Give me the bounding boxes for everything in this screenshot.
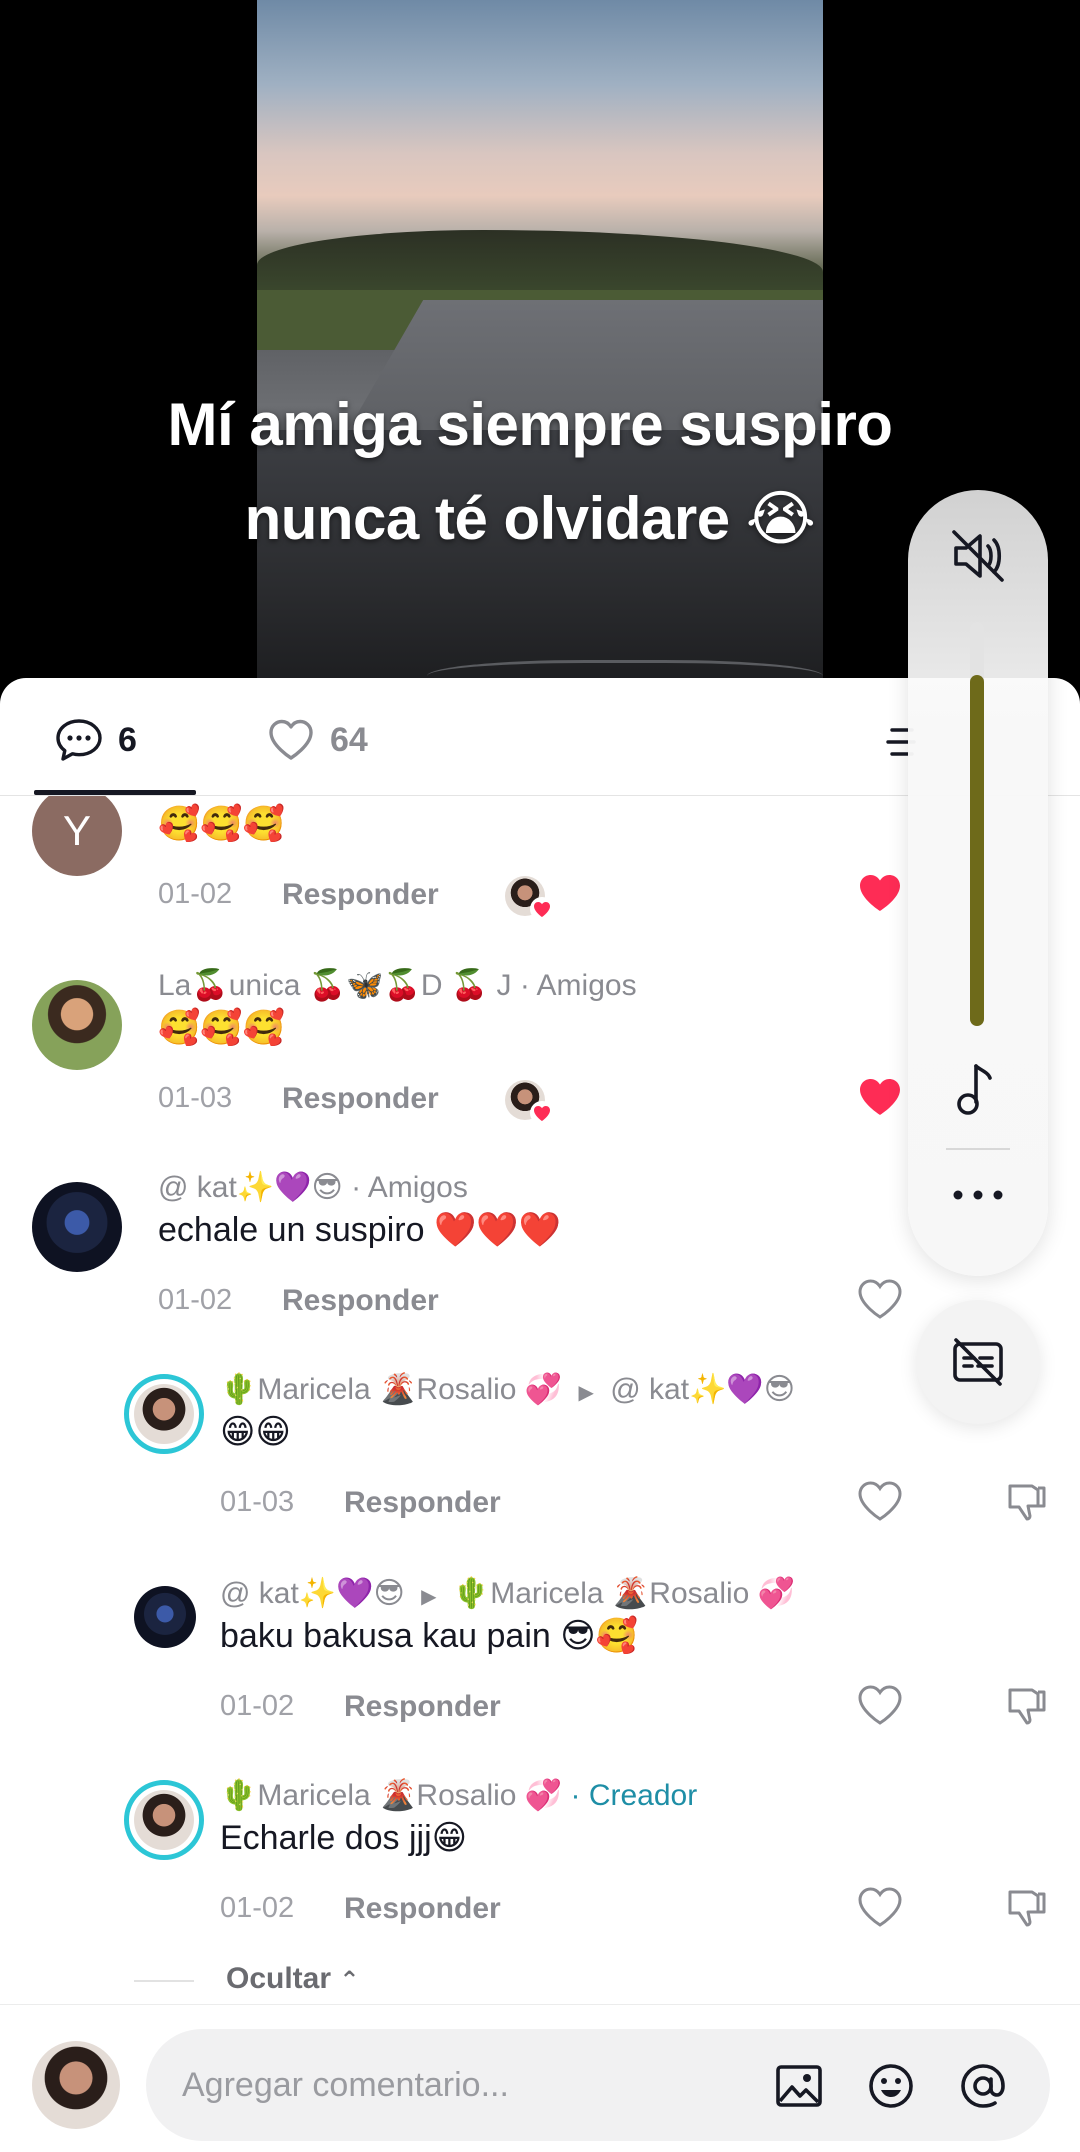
- my-avatar: [32, 2041, 120, 2129]
- chat-bubble-icon: [56, 719, 102, 761]
- heart-filled-icon: [530, 1101, 554, 1125]
- reply-author-name: @ kat✨💜😎: [220, 1577, 405, 1610]
- avatar[interactable]: [134, 1586, 196, 1648]
- at-icon[interactable]: [958, 2061, 1008, 2111]
- reply-author-name: 🌵Maricela 🌋Rosalio 💞: [220, 1779, 563, 1812]
- comment-input-container[interactable]: [146, 2029, 1050, 2141]
- heart-filled-icon: [530, 897, 554, 921]
- volume-level: [970, 674, 984, 1026]
- comment-text: echale un suspiro ❤️❤️❤️: [158, 1211, 561, 1249]
- reply-button[interactable]: Responder: [282, 878, 439, 912]
- comment-text: 🥰🥰🥰: [158, 805, 286, 843]
- comment-text: 🥰🥰🥰: [158, 1009, 286, 1047]
- reply-arrow-icon: ▶: [421, 1586, 437, 1608]
- divider: [946, 1148, 1010, 1150]
- liked-by-creator-avatar: [505, 876, 554, 921]
- reply-to-name: @ kat✨💜😎: [610, 1373, 796, 1406]
- reply-button[interactable]: Responder: [282, 1082, 439, 1116]
- avatar[interactable]: Y: [32, 796, 122, 876]
- caption-line-2: nunca té olvidare 😭: [244, 485, 816, 552]
- dislike-icon[interactable]: [1004, 1886, 1048, 1930]
- like-button[interactable]: [858, 1684, 902, 1728]
- more-icon[interactable]: [948, 1180, 1008, 1210]
- music-note-icon[interactable]: [952, 1060, 1004, 1120]
- comments-count: 6: [118, 720, 137, 759]
- captions-button[interactable]: [916, 1300, 1040, 1424]
- volume-slider[interactable]: [970, 622, 984, 1026]
- like-button[interactable]: [858, 872, 902, 916]
- avatar[interactable]: [32, 980, 122, 1070]
- creator-badge: · Creador: [570, 1779, 698, 1812]
- video-caption: Mí amiga siempre suspiro nunca té olvida…: [0, 378, 1060, 566]
- speaker-muted-icon[interactable]: [948, 526, 1008, 586]
- avatar[interactable]: [32, 1182, 122, 1272]
- avatar[interactable]: [124, 1374, 204, 1454]
- reply-button[interactable]: Responder: [344, 1486, 501, 1520]
- comment-input-bar: [0, 2004, 1080, 2152]
- likes-count: 64: [330, 720, 368, 759]
- hide-replies-label: Ocultar: [226, 1962, 332, 1995]
- reply-button[interactable]: Responder: [344, 1690, 501, 1724]
- volume-panel: [908, 490, 1048, 1276]
- like-button[interactable]: [858, 1278, 902, 1322]
- reply-date: 01-02: [220, 1690, 295, 1722]
- avatar[interactable]: [124, 1780, 204, 1860]
- reply-date: 01-02: [220, 1892, 295, 1924]
- reply-author[interactable]: 🌵Maricela 🌋Rosalio 💞 · Creador: [220, 1778, 697, 1813]
- reply-arrow-icon: ▶: [578, 1382, 594, 1404]
- reply-author-name: 🌵Maricela 🌋Rosalio 💞: [220, 1373, 563, 1406]
- comment-author[interactable]: @ kat✨💜😎 · Amigos: [158, 1170, 468, 1205]
- caption-line-1: Mí amiga siempre suspiro: [167, 391, 893, 458]
- reply-to-name: 🌵Maricela 🌋Rosalio 💞: [452, 1577, 796, 1610]
- emoji-icon[interactable]: [866, 2061, 916, 2111]
- liked-by-creator-avatar: [505, 1080, 554, 1125]
- divider: [134, 1980, 194, 1982]
- tab-likes[interactable]: 64: [266, 712, 368, 768]
- reply-text: baku bakusa kau pain 😎🥰: [220, 1617, 639, 1655]
- hide-replies-button[interactable]: Ocultar ⌃: [226, 1962, 359, 1996]
- comment-input[interactable]: [182, 2029, 742, 2141]
- reply-text: 😁😁: [220, 1413, 291, 1451]
- reply-author[interactable]: @ kat✨💜😎 ▶ 🌵Maricela 🌋Rosalio 💞: [220, 1576, 795, 1611]
- comment-author[interactable]: La🍒unica 🍒🦋🍒D 🍒 J · Amigos: [158, 968, 637, 1003]
- comment-date: 01-02: [158, 1284, 233, 1316]
- like-button[interactable]: [858, 1480, 902, 1524]
- reply-date: 01-03: [220, 1486, 295, 1518]
- video-frame: [257, 0, 823, 700]
- tab-active-indicator: [34, 790, 196, 795]
- comment-date: 01-03: [158, 1082, 233, 1114]
- dislike-icon[interactable]: [1004, 1684, 1048, 1728]
- reply-author[interactable]: 🌵Maricela 🌋Rosalio 💞 ▶ @ kat✨💜😎: [220, 1372, 795, 1407]
- comment-date: 01-02: [158, 878, 233, 910]
- reply-text: Echarle dos jjj😁: [220, 1819, 468, 1857]
- heart-outline-icon: [269, 719, 313, 760]
- image-icon[interactable]: [774, 2061, 824, 2111]
- captions-off-icon: [953, 1338, 1003, 1386]
- chevron-up-icon: ⌃: [339, 1967, 360, 1994]
- reply-button[interactable]: Responder: [344, 1892, 501, 1926]
- tab-comments[interactable]: 6: [54, 712, 137, 768]
- reply-button[interactable]: Responder: [282, 1284, 439, 1318]
- like-button[interactable]: [858, 1886, 902, 1930]
- like-button[interactable]: [858, 1076, 902, 1120]
- dislike-icon[interactable]: [1004, 1480, 1048, 1524]
